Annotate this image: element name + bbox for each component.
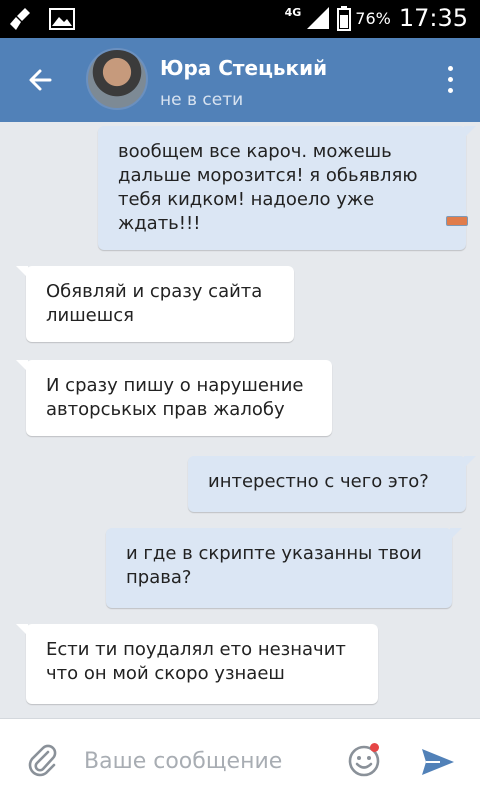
message-list[interactable]: вообщем все кароч. можешь дальше морозит… <box>0 122 480 718</box>
cleaner-icon <box>10 8 30 30</box>
back-arrow-icon[interactable] <box>20 60 60 100</box>
presence-status: не в сети <box>160 90 244 110</box>
message-text: вообщем все кароч. можешь дальше морозит… <box>118 141 418 234</box>
gallery-icon <box>49 8 75 30</box>
message-composer <box>0 718 480 800</box>
notification-icons <box>8 6 76 32</box>
message-text: Обявляй и сразу сайта лишешся <box>46 281 263 326</box>
signal-icon <box>307 7 330 29</box>
message-input[interactable] <box>84 741 334 781</box>
message-outgoing[interactable]: и где в скрипте указанны твои права? <box>106 528 462 608</box>
message-outgoing[interactable]: интерестно с чего это? <box>188 456 476 512</box>
message-text: Ести ти поудалял ето незначит что он мой… <box>46 639 346 684</box>
send-icon[interactable] <box>420 747 456 777</box>
message-text: интерестно с чего это? <box>208 471 429 492</box>
battery-percent: 76% <box>355 8 391 28</box>
message-text: и где в скрипте указанны твои права? <box>126 543 422 588</box>
message-outgoing[interactable]: вообщем все кароч. можешь дальше морозит… <box>98 126 476 250</box>
battery-icon <box>337 6 352 31</box>
message-incoming[interactable]: Ести ти поудалял ето незначит что он мой… <box>16 624 378 704</box>
new-stickers-badge <box>370 743 379 752</box>
message-incoming[interactable]: Обявляй и сразу сайта лишешся <box>16 266 294 342</box>
network-type: 4G <box>284 5 302 19</box>
contact-name[interactable]: Юра Стецький <box>160 56 327 80</box>
avatar[interactable] <box>86 48 148 110</box>
clock: 17:35 <box>398 4 468 32</box>
overflow-menu-icon[interactable] <box>438 66 462 100</box>
message-text: И сразу пишу о нарушение авторськых прав… <box>46 375 304 420</box>
message-incoming[interactable]: И сразу пишу о нарушение авторськых прав… <box>16 360 332 436</box>
system-status: 4G 76% 17:35 <box>285 4 468 32</box>
status-bar: 4G 76% 17:35 <box>0 0 480 38</box>
conversation-header: Юра Стецький не в сети <box>0 38 480 122</box>
paperclip-icon[interactable] <box>26 743 60 777</box>
send-status-icon <box>446 216 468 226</box>
